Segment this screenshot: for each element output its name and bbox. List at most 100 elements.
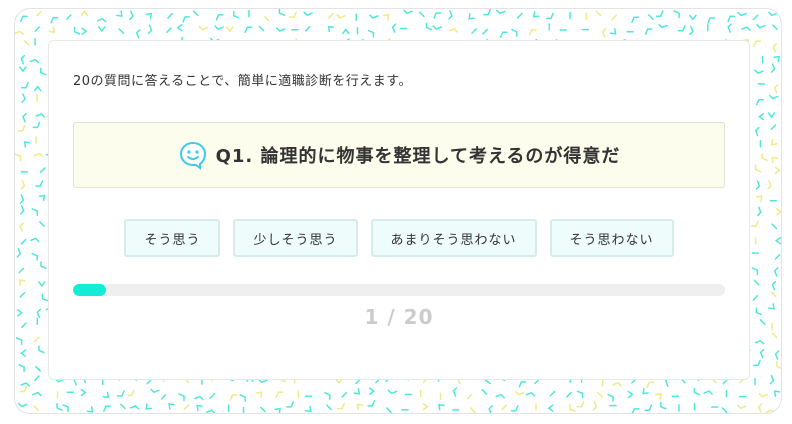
answer-disagree-button[interactable]: そう思わない xyxy=(549,219,674,257)
confetti-mark xyxy=(22,112,27,123)
confetti-mark xyxy=(770,291,777,297)
confetti-mark xyxy=(518,381,527,388)
confetti-mark xyxy=(501,404,508,411)
confetti-mark xyxy=(41,293,49,302)
confetti-mark xyxy=(19,292,26,298)
confetti-mark xyxy=(15,337,23,345)
confetti-mark xyxy=(771,223,778,230)
confetti-mark xyxy=(773,390,781,397)
answer-somewhat-agree-button[interactable]: 少しそう思う xyxy=(233,219,358,257)
confetti-mark xyxy=(753,359,761,367)
confetti-mark xyxy=(194,395,204,401)
confetti-mark xyxy=(275,27,286,32)
confetti-mark xyxy=(129,405,140,410)
confetti-mark xyxy=(286,401,294,408)
confetti-mark xyxy=(448,10,453,20)
confetti-mark xyxy=(118,28,125,35)
confetti-mark xyxy=(327,25,335,33)
confetti-mark xyxy=(96,17,107,23)
confetti-mark xyxy=(499,31,508,38)
confetti-mark xyxy=(129,10,134,21)
answer-options: そう思う 少しそう思う あまりそう思わない そう思わない xyxy=(49,219,749,257)
answer-somewhat-disagree-button[interactable]: あまりそう思わない xyxy=(370,219,537,257)
confetti-mark xyxy=(432,25,442,30)
confetti-mark xyxy=(758,112,765,121)
confetti-mark xyxy=(147,24,153,35)
confetti-mark xyxy=(776,361,781,370)
confetti-mark xyxy=(215,14,224,21)
confetti-mark xyxy=(609,28,617,35)
confetti-mark xyxy=(751,267,759,276)
confetti-mark xyxy=(103,405,111,412)
confetti-mark xyxy=(471,28,477,34)
confetti-mark xyxy=(336,14,346,19)
confetti-mark xyxy=(769,94,779,100)
confetti-mark xyxy=(21,322,27,329)
confetti-mark xyxy=(20,15,28,23)
confetti-mark xyxy=(631,16,640,23)
smiley-speech-bubble-icon xyxy=(178,140,208,170)
answer-strongly-agree-button[interactable]: そう思う xyxy=(124,219,221,257)
confetti-mark xyxy=(275,391,284,398)
confetti-mark xyxy=(611,14,617,21)
confetti-mark xyxy=(773,84,779,94)
confetti-mark xyxy=(607,393,614,402)
confetti-mark xyxy=(774,166,781,175)
confetti-mark xyxy=(16,248,22,258)
confetti-mark xyxy=(368,387,375,395)
confetti-mark xyxy=(768,303,775,310)
confetti-mark xyxy=(631,408,640,413)
confetti-mark xyxy=(495,9,506,15)
confetti-mark xyxy=(198,25,209,31)
confetti-mark xyxy=(386,407,392,413)
confetti-mark xyxy=(627,390,634,399)
confetti-mark xyxy=(168,403,175,410)
confetti-mark xyxy=(38,194,46,202)
confetti-mark xyxy=(256,391,263,398)
confetti-mark xyxy=(80,388,87,397)
confetti-mark xyxy=(39,167,46,174)
confetti-mark xyxy=(36,10,42,17)
confetti-mark xyxy=(258,25,265,32)
confetti-mark xyxy=(289,11,297,18)
confetti-mark xyxy=(342,28,350,35)
confetti-mark xyxy=(81,27,88,36)
confetti-mark xyxy=(510,405,519,412)
confetti-mark xyxy=(18,267,25,274)
confetti-mark xyxy=(770,124,777,131)
confetti-mark xyxy=(17,402,28,408)
confetti-mark xyxy=(768,11,778,17)
confetti-mark xyxy=(776,207,781,216)
confetti-mark xyxy=(73,26,81,35)
confetti-mark xyxy=(38,281,46,288)
confetti-mark xyxy=(34,336,40,343)
confetti-mark xyxy=(755,180,761,190)
confetti-mark xyxy=(35,113,46,118)
confetti-mark xyxy=(145,12,153,20)
confetti-mark xyxy=(120,403,126,410)
confetti-mark xyxy=(644,404,653,411)
confetti-mark xyxy=(737,11,747,17)
confetti-mark xyxy=(18,279,26,286)
confetti-mark xyxy=(418,11,425,18)
confetti-mark xyxy=(576,390,584,399)
confetti-mark xyxy=(369,14,379,19)
confetti-mark xyxy=(341,392,348,398)
confetti-mark xyxy=(511,28,518,37)
confetti-mark xyxy=(303,11,313,17)
confetti-mark xyxy=(754,164,762,173)
confetti-mark xyxy=(39,67,47,76)
confetti-mark xyxy=(660,401,667,410)
question-box: Q1. 論理的に物事を整理して考えるのが得意だ xyxy=(73,122,725,188)
confetti-mark xyxy=(774,254,781,260)
confetti-mark xyxy=(33,375,40,382)
confetti-mark xyxy=(324,392,331,400)
confetti-mark xyxy=(597,391,603,398)
confetti-mark xyxy=(727,15,736,23)
confetti-mark xyxy=(19,222,24,232)
confetti-mark xyxy=(19,385,28,393)
confetti-mark xyxy=(166,27,172,34)
confetti-mark xyxy=(433,12,442,19)
confetti-mark xyxy=(62,404,69,412)
confetti-mark xyxy=(727,23,732,33)
